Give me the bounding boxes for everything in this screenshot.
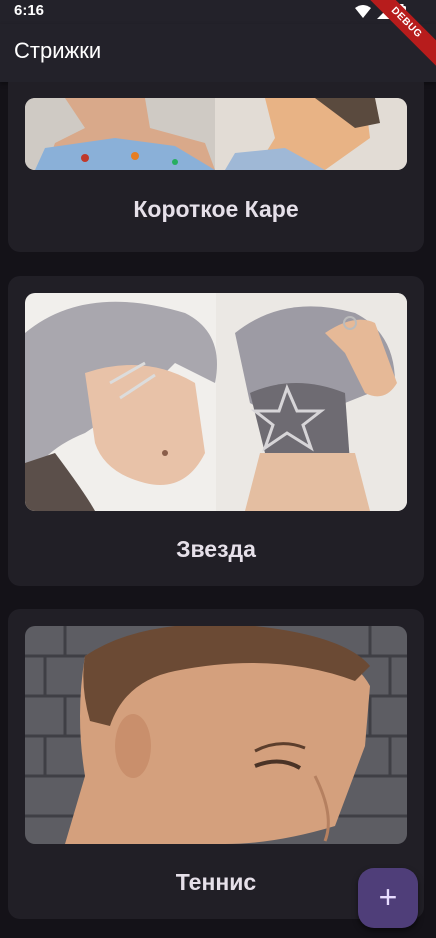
haircut-card[interactable]: Звезда <box>8 276 424 586</box>
haircut-image-tennis <box>25 626 407 844</box>
page-title: Стрижки <box>14 38 102 63</box>
status-bar: 6:16 <box>0 0 436 24</box>
status-time: 6:16 <box>14 2 45 19</box>
add-haircut-button[interactable]: + <box>358 868 418 928</box>
haircut-card[interactable]: Короткое Каре <box>8 82 424 252</box>
haircut-image-short-bob <box>25 98 407 170</box>
app-bar: Стрижки <box>0 24 436 82</box>
add-icon: + <box>378 879 398 915</box>
haircut-label: Звезда <box>176 536 256 562</box>
wifi-icon <box>355 4 371 23</box>
haircut-label: Короткое Каре <box>133 196 299 222</box>
haircut-image-star-undercut <box>25 293 407 511</box>
screen: 6:16 Стрижки DEBUG Короткое Каре Звезда … <box>0 0 436 938</box>
haircut-list[interactable]: Короткое Каре Звезда Теннис <box>0 82 436 938</box>
